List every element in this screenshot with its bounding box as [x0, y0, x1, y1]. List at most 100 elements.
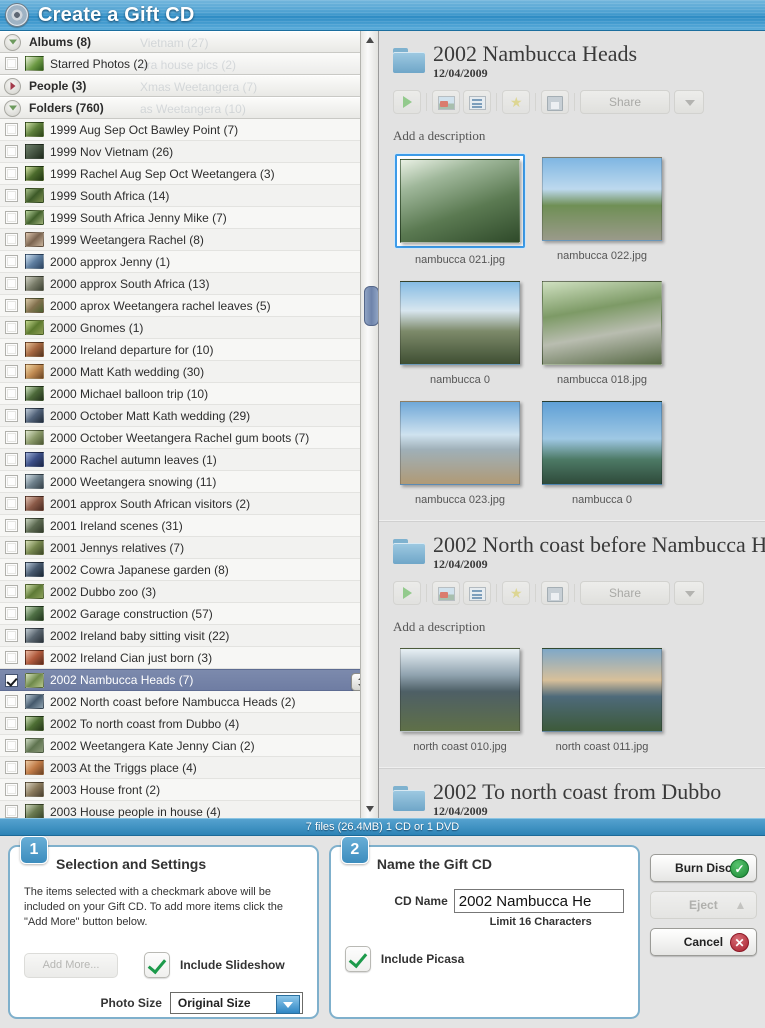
group-header-folders[interactable]: Folders (760): [0, 97, 378, 119]
row-checkbox[interactable]: [5, 211, 18, 224]
list-item[interactable]: 2002 Dubbo zoo (3): [0, 581, 378, 603]
chevron-down-icon[interactable]: [4, 99, 21, 117]
row-checkbox[interactable]: [5, 365, 18, 378]
list-item[interactable]: 2000 approx Jenny (1): [0, 251, 378, 273]
photo-cell[interactable]: nambucca 0: [531, 398, 673, 506]
row-checkbox[interactable]: [5, 123, 18, 136]
share-dropdown-caret-icon[interactable]: [674, 581, 704, 605]
photo-thumbnail[interactable]: [539, 278, 665, 368]
list-item-selected[interactable]: 2002 Nambucca Heads (7): [0, 669, 378, 691]
row-checkbox[interactable]: [5, 299, 18, 312]
row-checkbox[interactable]: [5, 695, 18, 708]
list-item[interactable]: 2002 North coast before Nambucca Heads (…: [0, 691, 378, 713]
list-item[interactable]: 2002 Ireland baby sitting visit (22): [0, 625, 378, 647]
row-checkbox[interactable]: [5, 783, 18, 796]
cancel-button[interactable]: Cancel ✕: [649, 928, 757, 956]
list-item[interactable]: 2000 approx South Africa (13): [0, 273, 378, 295]
group-header-albums[interactable]: Albums (8): [0, 31, 378, 53]
list-item[interactable]: 2001 Ireland scenes (31): [0, 515, 378, 537]
row-checkbox[interactable]: [5, 541, 18, 554]
row-checkbox[interactable]: [5, 497, 18, 510]
photo-cell[interactable]: nambucca 022.jpg: [531, 154, 673, 266]
photo-cell[interactable]: nambucca 018.jpg: [531, 278, 673, 386]
scroll-down-arrow-icon[interactable]: [363, 802, 377, 816]
row-checkbox[interactable]: [5, 57, 18, 70]
row-checkbox[interactable]: [5, 189, 18, 202]
row-checkbox[interactable]: [5, 563, 18, 576]
photo-thumbnail[interactable]: [539, 154, 665, 244]
row-checkbox[interactable]: [5, 233, 18, 246]
photo-size-select[interactable]: Original Size: [169, 992, 303, 1014]
photo-cell[interactable]: nambucca 023.jpg: [389, 398, 531, 506]
star-button[interactable]: ★: [502, 90, 530, 114]
row-checkbox[interactable]: [5, 431, 18, 444]
row-checkbox[interactable]: [5, 717, 18, 730]
photo-thumbnail[interactable]: [397, 278, 523, 368]
burn-disc-button[interactable]: Burn Disc ✓: [649, 854, 757, 882]
list-item[interactable]: 2000 October Weetangera Rachel gum boots…: [0, 427, 378, 449]
list-item[interactable]: 2000 Gnomes (1): [0, 317, 378, 339]
row-checkbox[interactable]: [5, 387, 18, 400]
list-item[interactable]: 2001 Jennys relatives (7): [0, 537, 378, 559]
list-item[interactable]: 2000 Rachel autumn leaves (1): [0, 449, 378, 471]
list-item[interactable]: 1999 Rachel Aug Sep Oct Weetangera (3): [0, 163, 378, 185]
save-disk-button[interactable]: [541, 581, 569, 605]
save-disk-button[interactable]: [541, 90, 569, 114]
list-item[interactable]: 2001 approx South African visitors (2): [0, 493, 378, 515]
folder-list-pane[interactable]: Vietnam (27) ura house pics (2) Xmas Wee…: [0, 31, 379, 818]
star-button[interactable]: ★: [502, 581, 530, 605]
photo-thumbnail[interactable]: [397, 645, 523, 735]
list-item-starred-photos[interactable]: Starred Photos (2): [0, 53, 378, 75]
list-item[interactable]: 2000 Michael balloon trip (10): [0, 383, 378, 405]
caption-button[interactable]: [463, 581, 491, 605]
photo-cell[interactable]: nambucca 0: [389, 278, 531, 386]
row-checkbox[interactable]: [5, 255, 18, 268]
row-checkbox[interactable]: [5, 651, 18, 664]
include-slideshow-checkbox[interactable]: [144, 952, 170, 978]
list-item[interactable]: 2000 Ireland departure for (10): [0, 339, 378, 361]
row-checkbox[interactable]: [5, 277, 18, 290]
description-placeholder[interactable]: Add a description: [393, 128, 765, 144]
chevron-right-icon[interactable]: [4, 77, 21, 95]
include-picasa-checkbox[interactable]: [344, 946, 371, 972]
list-item[interactable]: 2000 Matt Kath wedding (30): [0, 361, 378, 383]
sidebar-scrollbar[interactable]: [360, 31, 378, 818]
row-checkbox[interactable]: [5, 475, 18, 488]
row-checkbox[interactable]: [5, 321, 18, 334]
list-item[interactable]: 2002 Cowra Japanese garden (8): [0, 559, 378, 581]
caption-button[interactable]: [463, 90, 491, 114]
group-header-people[interactable]: People (3): [0, 75, 378, 97]
share-dropdown-caret-icon[interactable]: [674, 90, 704, 114]
photo-cell[interactable]: north coast 011.jpg: [531, 645, 673, 753]
list-item[interactable]: 2002 Ireland Cian just born (3): [0, 647, 378, 669]
eject-button[interactable]: Eject ▲: [649, 891, 757, 919]
play-slideshow-button[interactable]: [393, 90, 421, 114]
play-slideshow-button[interactable]: [393, 581, 421, 605]
row-checkbox[interactable]: [5, 519, 18, 532]
row-checkbox[interactable]: [5, 167, 18, 180]
description-placeholder[interactable]: Add a description: [393, 619, 765, 635]
list-item[interactable]: 2000 October Matt Kath wedding (29): [0, 405, 378, 427]
scroll-up-arrow-icon[interactable]: [363, 33, 377, 47]
photo-thumbnail[interactable]: [539, 645, 665, 735]
list-item[interactable]: 1999 Nov Vietnam (26): [0, 141, 378, 163]
row-checkbox[interactable]: [5, 145, 18, 158]
photo-thumbnail-selected[interactable]: [395, 154, 525, 248]
row-checkbox[interactable]: [5, 343, 18, 356]
list-item[interactable]: 2003 At the Triggs place (4): [0, 757, 378, 779]
add-more-button[interactable]: Add More...: [24, 952, 118, 978]
photo-cell[interactable]: nambucca 021.jpg: [389, 154, 531, 266]
photo-cell[interactable]: north coast 010.jpg: [389, 645, 531, 753]
list-item[interactable]: 2000 Weetangera snowing (11): [0, 471, 378, 493]
export-picture-button[interactable]: [432, 90, 460, 114]
scrollbar-thumb[interactable]: [364, 286, 378, 326]
photo-content-pane[interactable]: 2002 Nambucca Heads 12/04/2009 ★ Share Add a…: [379, 31, 765, 818]
list-item[interactable]: 1999 South Africa Jenny Mike (7): [0, 207, 378, 229]
row-checkbox[interactable]: [5, 761, 18, 774]
list-item[interactable]: 2002 Weetangera Kate Jenny Cian (2): [0, 735, 378, 757]
share-button[interactable]: Share: [580, 581, 670, 605]
row-checkbox[interactable]: [5, 805, 18, 818]
list-item[interactable]: 1999 South Africa (14): [0, 185, 378, 207]
cd-name-input[interactable]: [453, 889, 624, 913]
export-picture-button[interactable]: [432, 581, 460, 605]
